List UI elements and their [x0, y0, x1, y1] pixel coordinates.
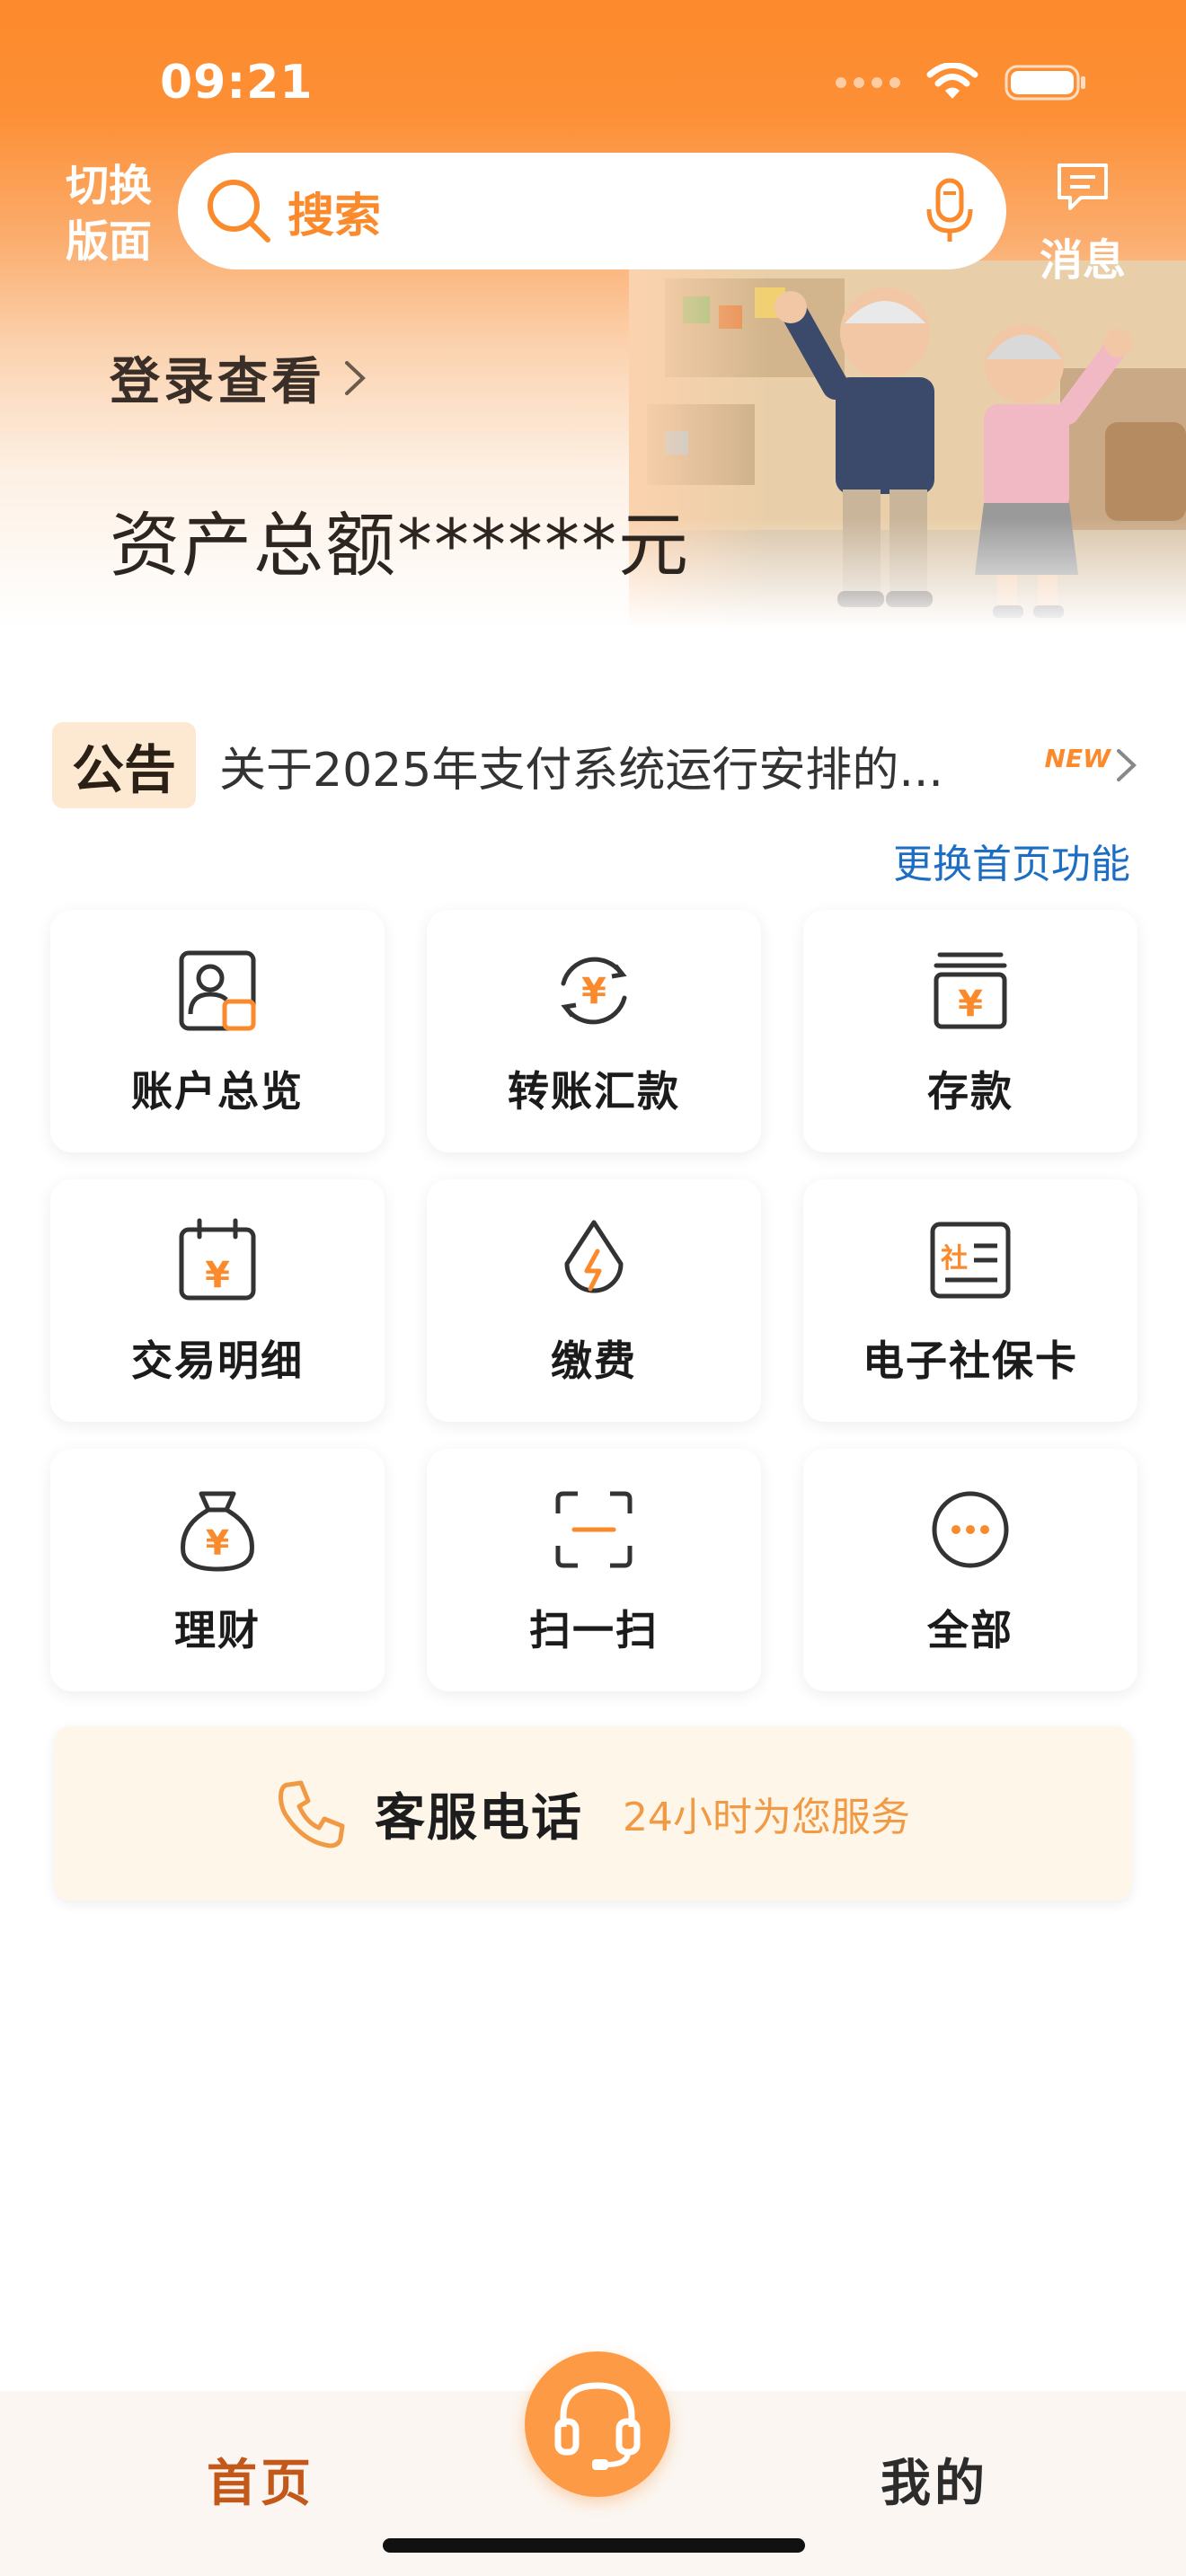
headset-icon [554, 2382, 641, 2470]
home-indicator [383, 2538, 805, 2553]
scan-icon [555, 1491, 633, 1568]
tile-scan[interactable]: 扫一扫 [427, 1449, 761, 1691]
tile-label: 存款 [927, 1067, 1013, 1116]
social-security-card-icon: 社 [930, 1222, 1011, 1299]
notice-text: 关于2025年支付系统运行安排的... [219, 743, 943, 798]
tile-label: 交易明细 [131, 1337, 304, 1385]
svg-text:¥: ¥ [206, 1523, 229, 1563]
more-icon [932, 1491, 1009, 1568]
tile-label: 转账汇款 [508, 1067, 680, 1116]
service-title: 客服电话 [375, 1788, 583, 1848]
service-subtitle: 24小时为您服务 [623, 1795, 910, 1840]
svg-text:¥: ¥ [205, 1255, 230, 1296]
deposit-icon: ¥ [934, 952, 1007, 1029]
battery-icon [1005, 65, 1085, 101]
new-badge: NEW [1044, 743, 1111, 773]
transaction-detail-icon: ¥ [179, 1218, 256, 1301]
tile-transfer[interactable]: ¥ 转账汇款 [427, 910, 761, 1152]
function-grid: 账户总览 ¥ 转账汇款 ¥ 存款 ¥ 交易明细 缴费 社 电子社保卡 ¥ 理财 … [50, 910, 1137, 1691]
notice-tag: 公告 [52, 722, 197, 808]
login-label: 登录查看 [110, 353, 325, 411]
tab-home[interactable]: 首页 [207, 2443, 314, 2516]
phone-icon [279, 1780, 345, 1848]
tile-label: 理财 [174, 1606, 261, 1654]
tile-account-overview[interactable]: 账户总览 [50, 910, 385, 1152]
tile-payment[interactable]: 缴费 [427, 1179, 761, 1422]
tile-label: 全部 [927, 1606, 1013, 1654]
customer-service-hotline[interactable]: 客服电话 24小时为您服务 [54, 1726, 1132, 1901]
tab-mine[interactable]: 我的 [881, 2443, 988, 2516]
svg-text:¥: ¥ [581, 971, 606, 1012]
search-icon [208, 180, 270, 243]
notice-bar[interactable]: 公告 关于2025年支付系统运行安排的... NEW [52, 720, 1139, 810]
messages-label: 消息 [1039, 235, 1126, 286]
messages-button[interactable]: 消息 [1024, 162, 1141, 287]
tile-wealth[interactable]: ¥ 理财 [50, 1449, 385, 1691]
tile-all[interactable]: 全部 [803, 1449, 1137, 1691]
wealth-icon: ¥ [181, 1491, 254, 1572]
svg-text:¥: ¥ [958, 984, 983, 1025]
tile-transaction-detail[interactable]: ¥ 交易明细 [50, 1179, 385, 1422]
customer-service-button[interactable] [525, 2351, 670, 2497]
wifi-icon [926, 63, 978, 99]
tile-label: 扫一扫 [529, 1606, 659, 1654]
search-placeholder: 搜索 [288, 189, 382, 243]
tile-label: 电子社保卡 [863, 1337, 1078, 1385]
svg-text:社: 社 [941, 1243, 968, 1275]
tile-deposit[interactable]: ¥ 存款 [803, 910, 1137, 1152]
transfer-icon: ¥ [561, 957, 627, 1025]
elderly-couple-illustration [629, 260, 1186, 629]
tile-label: 账户总览 [131, 1067, 304, 1116]
login-link[interactable]: 登录查看 [110, 341, 368, 414]
account-overview-icon [179, 950, 256, 1031]
status-bar: 09:21 [0, 0, 1186, 162]
search-bar[interactable]: 搜索 [178, 153, 1006, 269]
total-assets-label: 资产总额******元 [110, 506, 691, 587]
message-icon [1058, 163, 1108, 210]
change-home-functions-link[interactable]: 更换首页功能 [893, 832, 1130, 889]
tile-social-security-card[interactable]: 社 电子社保卡 [803, 1179, 1137, 1422]
status-icons [836, 63, 1087, 102]
switch-layout-button[interactable]: 切换 版面 [52, 158, 165, 269]
microphone-icon[interactable] [918, 175, 981, 247]
chevron-right-icon [345, 360, 366, 395]
tile-label: 缴费 [551, 1337, 637, 1385]
signal-dots-icon [836, 77, 900, 88]
status-time: 09:21 [160, 56, 314, 110]
payment-icon [564, 1220, 624, 1293]
chevron-right-icon [1117, 749, 1137, 781]
